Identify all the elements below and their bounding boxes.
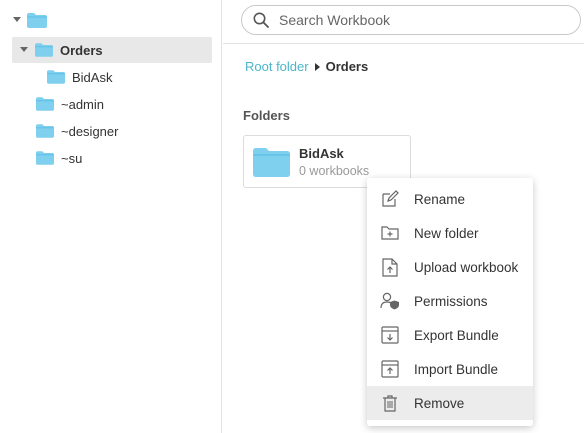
breadcrumb: Root folder Orders [245, 59, 368, 74]
search-box[interactable] [241, 5, 581, 35]
trash-icon [380, 393, 400, 413]
menu-item-remove[interactable]: Remove [367, 386, 533, 420]
menu-item-label: Export Bundle [414, 327, 499, 343]
new-folder-icon [380, 223, 400, 243]
folder-icon [35, 43, 53, 57]
menu-item-permissions[interactable]: Permissions [367, 284, 533, 318]
tree-root[interactable] [12, 7, 212, 33]
folder-icon [36, 97, 54, 111]
folder-card-count: 0 workbooks [299, 164, 370, 178]
context-menu: Rename New folder Upload workbook Permis… [367, 178, 533, 426]
sidebar-item-admin[interactable]: ~admin [12, 91, 212, 117]
menu-item-label: Upload workbook [414, 259, 519, 275]
sidebar-item-label: ~admin [61, 96, 104, 112]
sidebar-item-label: BidAsk [72, 69, 113, 85]
sidebar-item-label: ~designer [61, 123, 119, 139]
sidebar-item-label: Orders [60, 42, 103, 58]
caret-down-icon[interactable] [19, 45, 29, 55]
folder-icon [36, 151, 54, 165]
sidebar-item-orders[interactable]: Orders [12, 37, 212, 63]
menu-item-new-folder[interactable]: New folder [367, 216, 533, 250]
folders-section-title: Folders [243, 108, 290, 123]
folder-icon [36, 124, 54, 138]
menu-item-import-bundle[interactable]: Import Bundle [367, 352, 533, 386]
menu-item-label: Import Bundle [414, 361, 499, 377]
sidebar-item-bidask[interactable]: BidAsk [12, 64, 212, 90]
permissions-icon [380, 291, 400, 311]
import-bundle-icon [380, 359, 400, 379]
breadcrumb-separator-icon [314, 62, 320, 71]
folder-icon [47, 70, 65, 84]
search-input[interactable] [279, 12, 559, 28]
sidebar-item-designer[interactable]: ~designer [12, 118, 212, 144]
caret-down-icon[interactable] [12, 15, 22, 25]
top-bar [223, 0, 584, 44]
folder-card-name: BidAsk [299, 146, 344, 161]
upload-workbook-icon [380, 257, 400, 277]
sidebar-item-su[interactable]: ~su [12, 145, 212, 171]
menu-item-export-bundle[interactable]: Export Bundle [367, 318, 533, 352]
breadcrumb-current: Orders [325, 59, 369, 74]
menu-item-rename[interactable]: Rename [367, 182, 533, 216]
menu-item-label: New folder [414, 225, 479, 241]
folder-icon [27, 12, 47, 28]
rename-icon [380, 189, 400, 209]
sidebar-item-label: ~su [61, 150, 83, 166]
search-icon [253, 12, 269, 28]
breadcrumb-root-link[interactable]: Root folder [245, 59, 309, 74]
folder-icon [253, 148, 290, 182]
menu-item-upload-workbook[interactable]: Upload workbook [367, 250, 533, 284]
menu-item-label: Permissions [414, 293, 488, 309]
folder-tree-sidebar: Orders BidAsk ~admin ~designer ~su [0, 0, 222, 433]
menu-item-label: Remove [414, 395, 465, 411]
export-bundle-icon [380, 325, 400, 345]
menu-item-label: Rename [414, 191, 466, 207]
